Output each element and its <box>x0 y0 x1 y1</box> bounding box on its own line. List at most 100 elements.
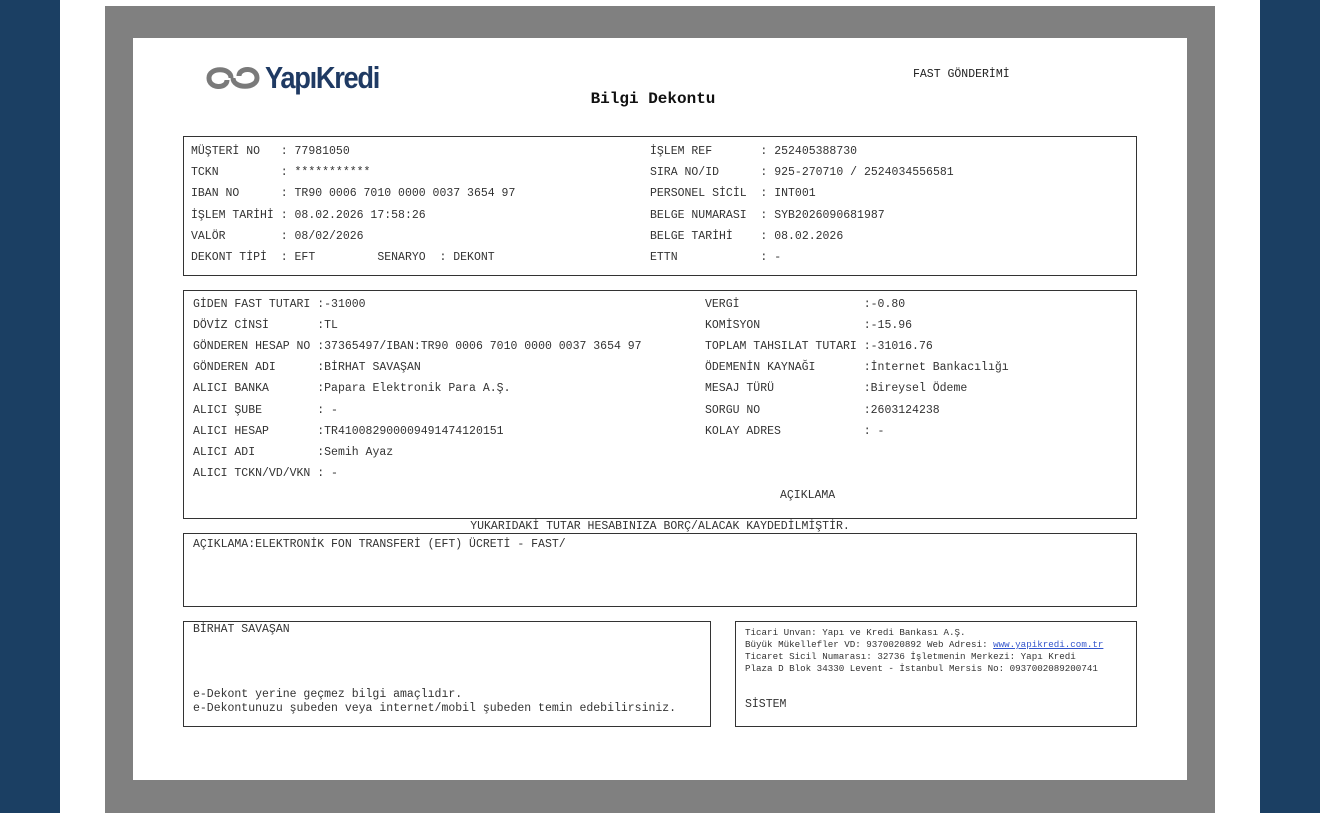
transfer-field-row: ALICI ADI :Semih Ayaz <box>193 446 393 460</box>
transaction-field-label: BELGE NUMARASI <box>650 208 761 222</box>
bank-website-link[interactable]: www.yapikredi.com.tr <box>993 639 1103 650</box>
transfer-type: FAST GÖNDERİMİ <box>913 68 1010 81</box>
customer-field-row: VALÖR : 08/02/2026 <box>191 230 364 244</box>
fee-field-label: MESAJ TÜRÜ <box>705 382 864 396</box>
fee-field-value: :2603124238 <box>863 403 940 417</box>
fee-field-value: :Bireysel Ödeme <box>863 382 968 396</box>
system-label: SİSTEM <box>745 698 787 711</box>
fee-field-value: :İnternet Bankacılığı <box>863 361 1009 375</box>
transfer-field-row: ALICI ŞUBE : - <box>193 404 338 418</box>
fee-field-label: TOPLAM TAHSILAT TUTARI <box>705 340 864 354</box>
transaction-field-label: ETTN <box>650 251 761 264</box>
transfer-field-value: :37365497/IBAN:TR90 0006 7010 0000 0037 … <box>317 340 642 354</box>
transaction-field-row: BELGE TARİHİ : 08.02.2026 <box>650 230 843 244</box>
customer-field-row: MÜŞTERİ NO : 77981050 <box>191 145 350 159</box>
transaction-field-value: : 925-270710 / 2524034556581 <box>760 166 954 180</box>
transfer-field-value: :Papara Elektronik Para A.Ş. <box>317 382 511 396</box>
customer-field-value: : *********** <box>280 166 371 180</box>
transfer-field-value: :Semih Ayaz <box>317 445 394 459</box>
transfer-field-value: :TR410082900009491474120151 <box>317 424 504 438</box>
fee-field-row: SORGU NO :2603124238 <box>705 404 940 418</box>
customer-field-label: TCKN <box>191 166 281 180</box>
transfer-field-row: ALICI HESAP :TR410082900009491474120151 <box>193 425 504 439</box>
customer-field-value: : TR90 0006 7010 0000 0037 3654 97 <box>280 187 516 201</box>
customer-field-value: : EFT SENARYO : DEKONT <box>280 251 495 264</box>
transaction-field-label: SIRA NO/ID <box>650 166 761 180</box>
customer-field-row: TCKN : *********** <box>191 166 370 180</box>
transfer-field-label: ALICI TCKN/VD/VKN <box>193 466 318 480</box>
aciklama-heading: AÇIKLAMA <box>780 489 836 502</box>
transfer-field-row: GÖNDEREN HESAP NO :37365497/IBAN:TR90 00… <box>193 340 642 354</box>
customer-field-label: DEKONT TİPİ <box>191 251 281 264</box>
transfer-field-label: ALICI BANKA <box>193 382 318 396</box>
fee-field-label: VERGİ <box>705 298 864 311</box>
bank-info-box: Ticari Unvan: Yapı ve Kredi Bankası A.Ş.… <box>735 621 1137 727</box>
bank-tax-text: Büyük Mükellefler VD: 9370020892 Web Adr… <box>745 639 994 650</box>
transaction-field-value: : SYB2026090681987 <box>760 208 885 222</box>
receipt-page: YapıKredi FAST GÖNDERİMİ Bilgi Dekontu M… <box>133 38 1187 780</box>
description-text: AÇIKLAMA:ELEKTRONİK FON TRANSFERİ (EFT) … <box>193 538 566 551</box>
transfer-field-value: :BİRHAT SAVAŞAN <box>317 361 421 375</box>
transaction-field-value: : 08.02.2026 <box>760 229 844 243</box>
transfer-field-value: : - <box>317 466 338 480</box>
transfer-field-label: GÖNDEREN HESAP NO <box>193 340 318 354</box>
customer-field-label: IBAN NO <box>191 187 281 201</box>
customer-field-label: İŞLEM TARİHİ <box>191 208 281 222</box>
customer-footer-box: BİRHAT SAVAŞAN e-Dekont yerine geçmez bi… <box>183 621 711 727</box>
transfer-field-label: ALICI ŞUBE <box>193 403 318 417</box>
transaction-field-row: BELGE NUMARASI : SYB2026090681987 <box>650 209 885 223</box>
transfer-field-value: :-31000 <box>317 298 366 311</box>
fee-field-row: KOLAY ADRES : - <box>705 425 884 439</box>
customer-field-label: VALÖR <box>191 229 281 243</box>
fee-field-row: VERGİ :-0.80 <box>705 298 905 312</box>
transaction-field-row: PERSONEL SİCİL : INT001 <box>650 187 816 201</box>
fee-field-label: KOMİSYON <box>705 319 864 333</box>
transaction-field-value: : 252405388730 <box>760 145 858 158</box>
info-note-2: e-Dekontunuzu şubeden veya internet/mobi… <box>193 702 677 715</box>
customer-field-row: IBAN NO : TR90 0006 7010 0000 0037 3654 … <box>191 187 515 201</box>
transaction-field-label: BELGE TARİHİ <box>650 229 761 243</box>
bank-tax-line: Büyük Mükellefler VD: 9370020892 Web Adr… <box>745 639 1103 651</box>
fee-field-label: KOLAY ADRES <box>705 424 864 438</box>
fee-field-row: MESAJ TÜRÜ :Bireysel Ödeme <box>705 382 967 396</box>
transaction-field-label: PERSONEL SİCİL <box>650 187 761 201</box>
customer-field-row: İŞLEM TARİHİ : 08.02.2026 17:58:26 <box>191 209 426 223</box>
transfer-field-value: :TL <box>317 319 338 333</box>
customer-info-box: MÜŞTERİ NO : 77981050 TCKN : *********** I… <box>183 136 1137 276</box>
info-note-1: e-Dekont yerine geçmez bilgi amaçlıdır. <box>193 688 463 701</box>
transaction-field-label: İŞLEM REF <box>650 145 761 158</box>
transaction-field-row: SIRA NO/ID : 925-270710 / 2524034556581 <box>650 166 954 180</box>
description-box: AÇIKLAMA:ELEKTRONİK FON TRANSFERİ (EFT) … <box>183 533 1137 607</box>
transfer-field-row: ALICI TCKN/VD/VKN : - <box>193 467 338 481</box>
fee-field-row: KOMİSYON :-15.96 <box>705 319 912 333</box>
customer-name: BİRHAT SAVAŞAN <box>193 623 290 636</box>
fee-field-value: :-0.80 <box>863 298 906 311</box>
transfer-field-row: ALICI BANKA :Papara Elektronik Para A.Ş. <box>193 382 510 396</box>
customer-field-value: : 77981050 <box>280 145 350 158</box>
transfer-field-row: GÖNDEREN ADI :BİRHAT SAVAŞAN <box>193 361 421 375</box>
transaction-field-value: : - <box>760 251 782 264</box>
transfer-field-label: GÖNDEREN ADI <box>193 361 318 375</box>
fee-field-label: ÖDEMENİN KAYNAĞI <box>705 361 864 375</box>
fee-field-value: :-31016.76 <box>863 340 933 354</box>
transaction-field-value: : INT001 <box>760 187 816 201</box>
debit-credit-notice: YUKARIDAKİ TUTAR HESABINIZA BORÇ/ALACAK … <box>470 520 850 533</box>
document-title: Bilgi Dekontu <box>590 90 716 108</box>
transfer-field-label: ALICI HESAP <box>193 424 318 438</box>
fee-field-label: SORGU NO <box>705 403 864 417</box>
transfer-field-row: GİDEN FAST TUTARI :-31000 <box>193 298 366 312</box>
transfer-field-row: DÖVİZ CİNSİ :TL <box>193 319 338 333</box>
fee-field-row: TOPLAM TAHSILAT TUTARI :-31016.76 <box>705 340 933 354</box>
bank-registry-line: Ticaret Sicil Numarası: 32736 İşletmenin… <box>745 651 1076 662</box>
fee-field-value: :-15.96 <box>863 319 913 333</box>
transaction-field-row: ETTN : - <box>650 251 781 265</box>
customer-field-row: DEKONT TİPİ : EFT SENARYO : DEKONT <box>191 251 495 265</box>
transfer-details-box: GİDEN FAST TUTARI :-31000 DÖVİZ CİNSİ :TL… <box>183 290 1137 519</box>
bank-title-line: Ticari Unvan: Yapı ve Kredi Bankası A.Ş. <box>745 627 966 638</box>
customer-field-value: : 08/02/2026 <box>280 229 364 243</box>
transfer-field-label: GİDEN FAST TUTARI <box>193 298 318 311</box>
fee-field-row: ÖDEMENİN KAYNAĞI :İnternet Bankacılığı <box>705 361 1009 375</box>
customer-field-label: MÜŞTERİ NO <box>191 145 281 158</box>
transfer-field-label: ALICI ADI <box>193 445 318 459</box>
transfer-field-value: : - <box>317 403 338 417</box>
